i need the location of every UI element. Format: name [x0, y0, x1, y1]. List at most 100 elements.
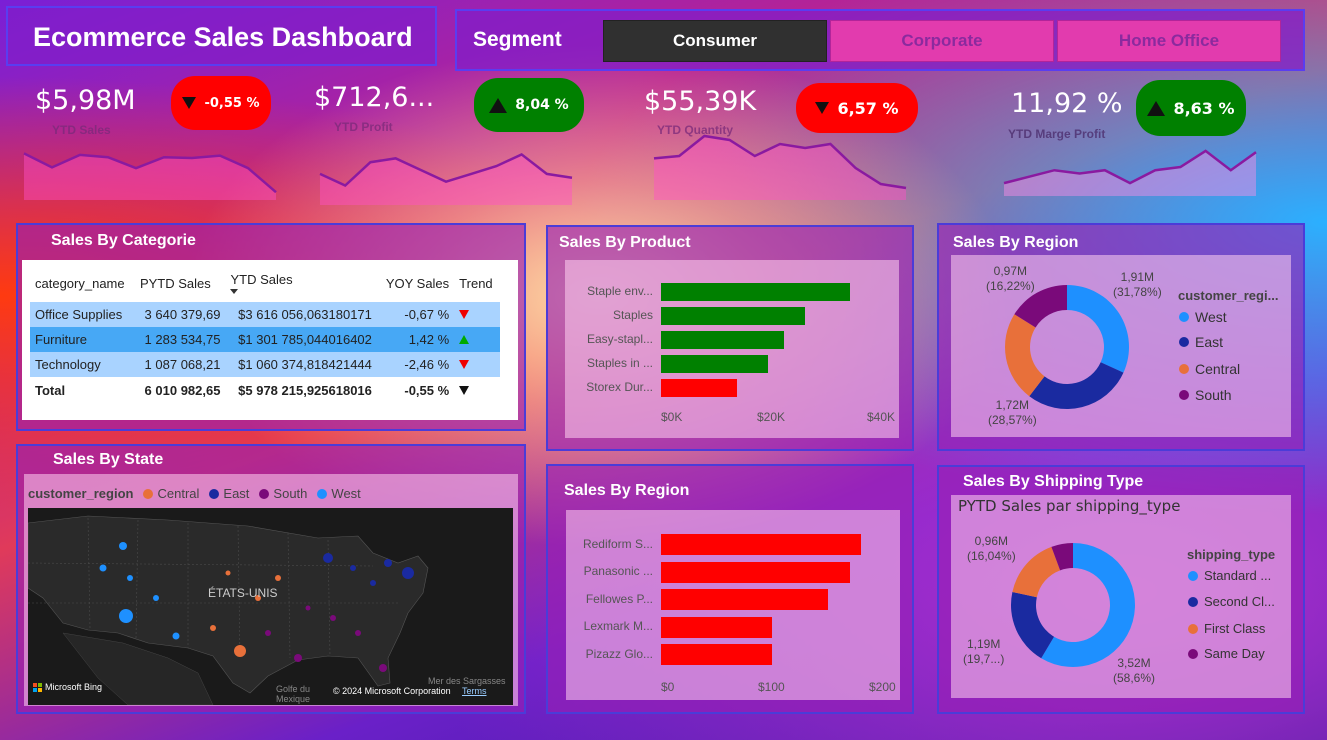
- legend-item-central[interactable]: Central: [1179, 361, 1240, 377]
- second-class-dot-icon: [1188, 596, 1198, 607]
- region-west-pct: (31,78%): [1113, 285, 1162, 299]
- x-tick-label: $0K: [661, 410, 683, 424]
- donut-slice[interactable]: [1005, 314, 1045, 397]
- product-bar-chart: Staple env... Staples Easy-stapl... Staples…: [563, 258, 897, 436]
- us-map[interactable]: ÉTATS-UNIS Mer des Sargasses Golfe du Me…: [28, 508, 513, 705]
- map-gulf-label: Golfe du Mexique: [276, 684, 311, 704]
- column-header-ytd-sales[interactable]: YTD Sales: [225, 268, 376, 302]
- segment-consumer-button[interactable]: Consumer: [603, 20, 827, 62]
- legend-item-south[interactable]: South: [1179, 387, 1232, 403]
- bar[interactable]: [661, 589, 828, 610]
- segment-corporate-button[interactable]: Corporate: [830, 20, 1054, 62]
- arrow-up-icon: [489, 97, 508, 113]
- bar-label: Easy-stapl...: [586, 332, 653, 346]
- kpi-ytd-profit-label: YTD Profit: [334, 120, 393, 134]
- region-south-value: 0,97M: [993, 264, 1028, 278]
- trend-up-icon: [459, 335, 470, 344]
- map-point-central: [275, 575, 281, 581]
- bar-label: Panasonic ...: [583, 564, 653, 578]
- shipping-standard-pct: (58,6%): [1113, 671, 1156, 685]
- central-dot-icon: [143, 488, 154, 499]
- bing-logo: Microsoft Bing: [33, 682, 102, 692]
- bar-label: Staples in ...: [586, 356, 653, 370]
- map-legend-south[interactable]: South: [273, 486, 307, 501]
- donut-slice[interactable]: [1012, 546, 1061, 598]
- legend-label: Second Cl...: [1204, 594, 1275, 609]
- bar[interactable]: [661, 307, 806, 325]
- legend-label: Same Day: [1204, 646, 1265, 661]
- arrow-down-icon: [182, 97, 197, 109]
- map-point-west: [172, 632, 180, 640]
- shipping-standard-value: 3,52M: [1117, 656, 1151, 670]
- bar[interactable]: [661, 283, 850, 301]
- x-tick-label: $40K: [867, 410, 896, 424]
- donut-slice[interactable]: [1029, 362, 1124, 409]
- region-donut-title: Sales By Region: [953, 234, 1079, 251]
- bar[interactable]: [661, 331, 785, 349]
- cell-category: Furniture: [30, 327, 135, 352]
- kpi-ytd-quantity-sparkline: [653, 134, 907, 200]
- cell-total-pytd: 6 010 982,65: [144, 383, 221, 398]
- shipping-first-class-pct: (16,04%): [967, 549, 1016, 563]
- cell-category: Office Supplies: [30, 302, 135, 327]
- legend-label: South: [1195, 387, 1232, 403]
- shipping-second-class-value: 1,19M: [967, 637, 1001, 651]
- table-row[interactable]: Technology 1 087 068,21 $1 060 374,81842…: [30, 352, 500, 377]
- cell-trend: [454, 327, 500, 352]
- region-label-west: 1,91M (31,78%): [1113, 270, 1162, 300]
- table-header-row: category_name PYTD Sales YTD Sales YOY S…: [30, 268, 500, 302]
- kpi-ytd-marge-profit-value: 11,92 %: [1011, 88, 1123, 119]
- bar-label: Rediform S...: [582, 536, 653, 551]
- bar[interactable]: [661, 561, 850, 583]
- page-title: Ecommerce Sales Dashboard: [33, 22, 413, 52]
- shipping-legend-title: shipping_type: [1187, 547, 1276, 562]
- map-point-central: [234, 645, 246, 657]
- category-table-container: category_name PYTD Sales YTD Sales YOY S…: [22, 260, 518, 420]
- kpi-ytd-profit-value: $712,6...: [314, 82, 435, 113]
- map-legend-east[interactable]: East: [223, 486, 249, 501]
- map-point-east: [370, 580, 376, 586]
- map-point-east: [402, 567, 414, 579]
- table-row[interactable]: Furniture 1 283 534,75 $1 301 785,044016…: [30, 327, 500, 352]
- legend-item-second-class[interactable]: Second Cl...: [1188, 594, 1275, 609]
- kpi-ytd-profit-sparkline: [319, 152, 573, 205]
- kpi-ytd-marge-profit-change: 8,63 %: [1173, 98, 1235, 118]
- column-header-category[interactable]: category_name: [30, 268, 135, 302]
- legend-item-standard[interactable]: Standard ...: [1188, 568, 1271, 583]
- bar[interactable]: [661, 616, 772, 638]
- bar[interactable]: [661, 644, 772, 665]
- legend-item-east[interactable]: East: [1179, 334, 1223, 350]
- map-point-south: [379, 664, 387, 672]
- shipping-label-second-class: 1,19M (19,7...): [963, 637, 1004, 667]
- column-header-trend[interactable]: Trend: [454, 268, 500, 302]
- column-header-yoy-sales[interactable]: YOY Sales: [377, 268, 454, 302]
- map-point-west: [119, 542, 127, 550]
- map-legend-central[interactable]: Central: [157, 486, 199, 501]
- map-terms-link[interactable]: Terms: [462, 686, 487, 696]
- west-dot-icon: [1179, 312, 1189, 322]
- map-point-central: [210, 625, 216, 631]
- same-day-dot-icon: [1188, 648, 1198, 659]
- map-copyright: © 2024 Microsoft Corporation: [333, 686, 451, 696]
- column-header-pytd-sales[interactable]: PYTD Sales: [135, 268, 226, 302]
- bar[interactable]: [661, 355, 769, 373]
- table-row[interactable]: Office Supplies 3 640 379,69 $3 616 056,…: [30, 302, 500, 327]
- cell-yoy: 1,42 %: [376, 327, 455, 352]
- map-point-south: [265, 630, 271, 636]
- segment-home-office-button[interactable]: Home Office: [1057, 20, 1281, 62]
- map-legend-west[interactable]: West: [331, 486, 360, 501]
- bar[interactable]: [661, 379, 737, 397]
- cell-trend: [454, 302, 500, 327]
- legend-item-first-class[interactable]: First Class: [1188, 621, 1265, 636]
- east-dot-icon: [209, 488, 220, 499]
- legend-item-same-day[interactable]: Same Day: [1188, 646, 1265, 661]
- east-dot-icon: [1179, 337, 1189, 347]
- legend-item-west[interactable]: West: [1179, 309, 1227, 325]
- south-dot-icon: [259, 488, 270, 499]
- kpi-ytd-profit-change: 8,04 %: [515, 97, 569, 113]
- map-point-west[interactable]: [119, 609, 133, 623]
- south-dot-icon: [1179, 390, 1189, 400]
- legend-label: East: [1195, 334, 1224, 350]
- bar[interactable]: [661, 534, 861, 555]
- bar-label: Fellowes P...: [585, 591, 653, 606]
